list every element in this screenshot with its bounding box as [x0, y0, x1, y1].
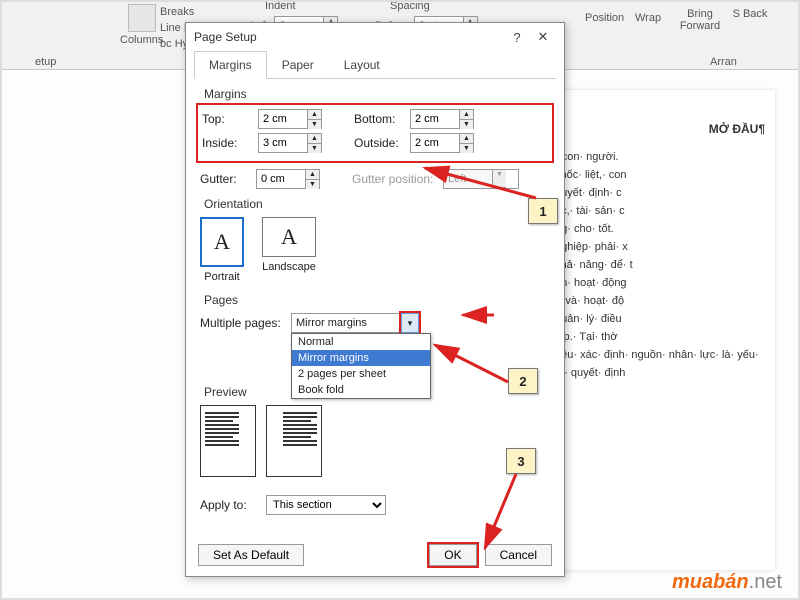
multiple-pages-value: Mirror margins [291, 313, 401, 333]
tab-paper[interactable]: Paper [267, 51, 329, 79]
callout-2: 2 [508, 368, 538, 394]
doc-text-line: ·· và· hoạt· độ [555, 292, 765, 310]
ribbon-wrap-text[interactable]: Wrap [635, 12, 661, 24]
landscape-label: Landscape [262, 261, 316, 273]
spinner-arrows[interactable]: ▲▼ [305, 170, 319, 188]
ribbon-group-setup-label: etup [35, 56, 56, 68]
portrait-icon: A [200, 217, 244, 267]
tab-layout[interactable]: Layout [329, 51, 395, 79]
margins-group-label: Margins [200, 87, 550, 101]
dropdown-option[interactable]: 2 pages per sheet [292, 366, 430, 382]
callout-1: 1 [528, 198, 558, 224]
landscape-icon: A [262, 217, 316, 257]
dropdown-option[interactable]: Book fold [292, 382, 430, 398]
set-as-default-button[interactable]: Set As Default [198, 544, 304, 566]
doc-text-line: · con· người. [555, 148, 765, 166]
ribbon-group-arrange-label: Arran [710, 56, 737, 68]
close-button[interactable]: ✕ [530, 29, 556, 45]
label-inside: Inside: [202, 136, 252, 150]
doc-text-line: khả· năng· để· t [555, 256, 765, 274]
orientation-landscape[interactable]: A Landscape [262, 217, 316, 283]
ribbon-send-backward[interactable]: S Back [730, 8, 770, 20]
doc-heading: MỞ ĐẦU¶ [555, 120, 765, 138]
input-top[interactable]: ▲▼ [258, 109, 322, 129]
ribbon-breaks[interactable]: Breaks [160, 6, 228, 18]
spinner-arrows[interactable]: ▲▼ [307, 110, 321, 128]
doc-text-line: ng· cho· tốt. [555, 220, 765, 238]
portrait-label: Portrait [204, 271, 239, 283]
doc-text-line: nghiệp· phải· x [555, 238, 765, 256]
doc-text-line: iệp.· Tại· thờ [555, 328, 765, 346]
label-gutter: Gutter: [200, 172, 250, 186]
label-gutter-position: Gutter position: [352, 172, 437, 186]
input-gutter-position: ▼ [443, 169, 519, 189]
spinner-arrows[interactable]: ▲▼ [459, 134, 473, 152]
label-outside: Outside: [354, 136, 404, 150]
input-gutter[interactable]: ▲▼ [256, 169, 320, 189]
dropdown-toggle-icon[interactable]: ▾ [401, 313, 419, 333]
page-setup-dialog: Page Setup ? ✕ Margins Paper Layout Marg… [185, 22, 565, 577]
ribbon-columns-label: Columns [120, 34, 163, 46]
doc-text-line: khốc· liệt,· con [555, 166, 765, 184]
doc-text-line: ản· hoạt· động [555, 274, 765, 292]
callout-3: 3 [506, 448, 536, 474]
cancel-button[interactable]: Cancel [485, 544, 552, 566]
ok-button[interactable]: OK [429, 544, 476, 566]
orientation-group-label: Orientation [200, 197, 550, 211]
ribbon-spacing-label: Spacing [390, 0, 430, 12]
preview-page-left [200, 405, 256, 477]
input-inside[interactable]: ▲▼ [258, 133, 322, 153]
preview-area [200, 405, 550, 477]
margins-highlight-box: Top: ▲▼ Bottom: ▲▼ Inside: ▲▼ Outside: ▲… [196, 103, 554, 163]
doc-text-line: đều· xác· định· nguồn· nhân· lực· là· yế… [555, 346, 765, 382]
dialog-titlebar[interactable]: Page Setup ? ✕ [186, 23, 564, 51]
label-apply-to: Apply to: [200, 498, 260, 512]
spinner-arrows[interactable]: ▲▼ [459, 110, 473, 128]
input-outside[interactable]: ▲▼ [410, 133, 474, 153]
ribbon-columns[interactable]: Columns [120, 4, 163, 46]
apply-to-select[interactable]: This section [266, 495, 386, 515]
dropdown-option[interactable]: Normal [292, 334, 430, 350]
tab-margins[interactable]: Margins [194, 51, 267, 79]
ribbon-position[interactable]: Position [585, 12, 624, 24]
dialog-title: Page Setup [194, 30, 257, 44]
input-bottom[interactable]: ▲▼ [410, 109, 474, 129]
preview-page-right [266, 405, 322, 477]
doc-text-line: quản· lý· điều [555, 310, 765, 328]
doc-text-line: quyết· định· c [555, 184, 765, 202]
label-bottom: Bottom: [354, 112, 404, 126]
spinner-arrows[interactable]: ▲▼ [307, 134, 321, 152]
pages-group-label: Pages [200, 293, 550, 307]
dropdown-list: NormalMirror margins2 pages per sheetBoo… [291, 333, 431, 399]
label-multiple-pages: Multiple pages: [200, 316, 285, 330]
dropdown-option[interactable]: Mirror margins [292, 350, 430, 366]
document-page: MỞ ĐẦU¶ · con· người.khốc· liệt,· conquy… [545, 90, 775, 570]
orientation-portrait[interactable]: A Portrait [200, 217, 244, 283]
columns-icon [128, 4, 156, 32]
doc-text-line: ác,· tài· sản· c [555, 202, 765, 220]
dialog-tabs: Margins Paper Layout [194, 51, 556, 79]
watermark-logo: muabán.net [672, 571, 782, 594]
ribbon-indent-label: Indent [265, 0, 296, 12]
label-top: Top: [202, 112, 252, 126]
ribbon-bring-forward[interactable]: Bring Forward [675, 8, 725, 32]
help-button[interactable]: ? [504, 30, 530, 45]
multiple-pages-dropdown[interactable]: Mirror margins ▾ NormalMirror margins2 p… [291, 313, 419, 333]
